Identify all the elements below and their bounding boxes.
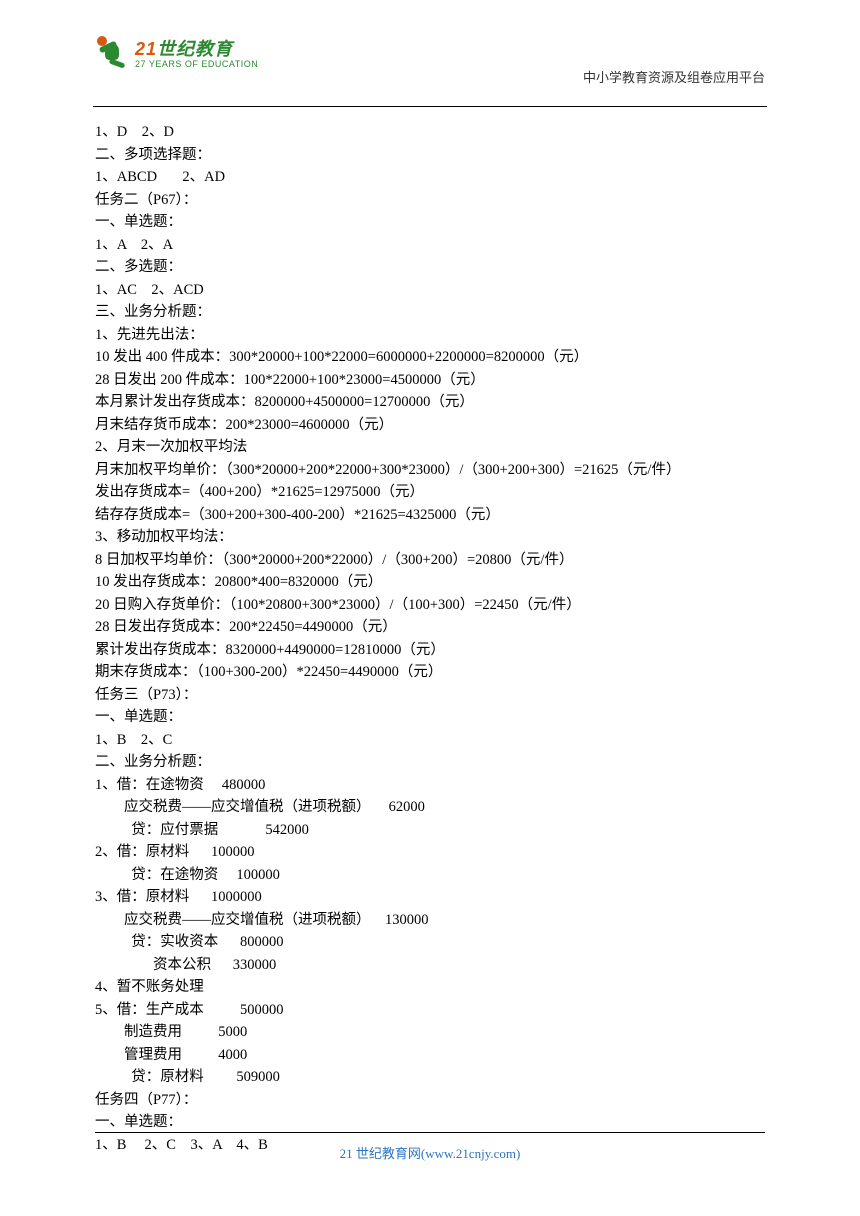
body-line: 1、A 2、A (95, 234, 765, 257)
body-line: 任务二（P67）： (95, 189, 765, 212)
page: 21世纪教育 27 YEARS OF EDUCATION 中小学教育资源及组卷应… (0, 0, 860, 1156)
body-line: 1、借：在途物资 480000 (95, 774, 765, 797)
brand-number: 21 (135, 39, 157, 59)
body-line: 1、B 2、C (95, 729, 765, 752)
body-line: 8 日加权平均单价：（300*20000+200*22000）/（300+200… (95, 549, 765, 572)
header-right-text: 中小学教育资源及组卷应用平台 (583, 35, 765, 86)
body-line: 一、单选题： (95, 706, 765, 729)
body-line: 3、移动加权平均法： (95, 526, 765, 549)
body-line: 一、单选题： (95, 1111, 765, 1134)
body-line: 资本公积 330000 (95, 954, 765, 977)
body-line: 1、先进先出法： (95, 324, 765, 347)
body-line: 1、D 2、D (95, 121, 765, 144)
body-line: 结存存货成本=（300+200+300-400-200）*21625=43250… (95, 504, 765, 527)
body-line: 二、多选题： (95, 256, 765, 279)
body-line: 10 发出存货成本：20800*400=8320000（元） (95, 571, 765, 594)
body-line: 20 日购入存货单价：（100*20800+300*23000）/（100+30… (95, 594, 765, 617)
body-line: 贷：应付票据 542000 (95, 819, 765, 842)
body-line: 4、暂不账务处理 (95, 976, 765, 999)
body-line: 5、借：生产成本 500000 (95, 999, 765, 1022)
body-line: 1、ABCD 2、AD (95, 166, 765, 189)
body-line: 1、AC 2、ACD (95, 279, 765, 302)
body-line: 28 日发出存货成本：200*22450=4490000（元） (95, 616, 765, 639)
body-line: 二、业务分析题： (95, 751, 765, 774)
body-line: 二、多项选择题： (95, 144, 765, 167)
body-line: 贷：在途物资 100000 (95, 864, 765, 887)
page-footer: 21 世纪教育网(www.21cnjy.com) (95, 1132, 765, 1162)
body-line: 任务三（P73）： (95, 684, 765, 707)
body-line: 应交税费——应交增值税（进项税额） 130000 (95, 909, 765, 932)
body-line: 三、业务分析题： (95, 301, 765, 324)
body-line: 月末加权平均单价：（300*20000+200*22000+300*23000）… (95, 459, 765, 482)
footer-divider (95, 1132, 765, 1133)
body-line: 贷：原材料 509000 (95, 1066, 765, 1089)
body-line: 贷：实收资本 800000 (95, 931, 765, 954)
document-body: 1、D 2、D二、多项选择题：1、ABCD 2、AD任务二（P67）：一、单选题… (95, 121, 765, 1156)
body-line: 累计发出存货成本：8320000+4490000=12810000（元） (95, 639, 765, 662)
brand-cn: 世纪教育 (157, 39, 233, 59)
body-line: 应交税费——应交增值税（进项税额） 62000 (95, 796, 765, 819)
body-line: 任务四（P77）： (95, 1089, 765, 1112)
body-line: 本月累计发出存货成本：8200000+4500000=12700000（元） (95, 391, 765, 414)
body-line: 10 发出 400 件成本：300*20000+100*22000=600000… (95, 346, 765, 369)
body-line: 期末存货成本：（100+300-200）*22450=4490000（元） (95, 661, 765, 684)
body-line: 管理费用 4000 (95, 1044, 765, 1067)
body-line: 2、借：原材料 100000 (95, 841, 765, 864)
body-line: 3、借：原材料 1000000 (95, 886, 765, 909)
logo-text: 21世纪教育 27 YEARS OF EDUCATION (135, 35, 258, 69)
body-line: 发出存货成本=（400+200）*21625=12975000（元） (95, 481, 765, 504)
logo: 21世纪教育 27 YEARS OF EDUCATION (95, 35, 258, 69)
body-line: 2、月末一次加权平均法 (95, 436, 765, 459)
brand-name: 21世纪教育 (135, 35, 258, 61)
body-line: 28 日发出 200 件成本：100*22000+100*23000=45000… (95, 369, 765, 392)
footer-text: 21 世纪教育网(www.21cnjy.com) (340, 1146, 521, 1161)
body-line: 制造费用 5000 (95, 1021, 765, 1044)
runner-icon (95, 36, 133, 68)
body-line: 月末结存货币成本：200*23000=4600000（元） (95, 414, 765, 437)
brand-sub: 27 YEARS OF EDUCATION (135, 59, 258, 69)
header-divider (93, 106, 767, 107)
body-line: 一、单选题： (95, 211, 765, 234)
page-header: 21世纪教育 27 YEARS OF EDUCATION 中小学教育资源及组卷应… (95, 35, 765, 92)
